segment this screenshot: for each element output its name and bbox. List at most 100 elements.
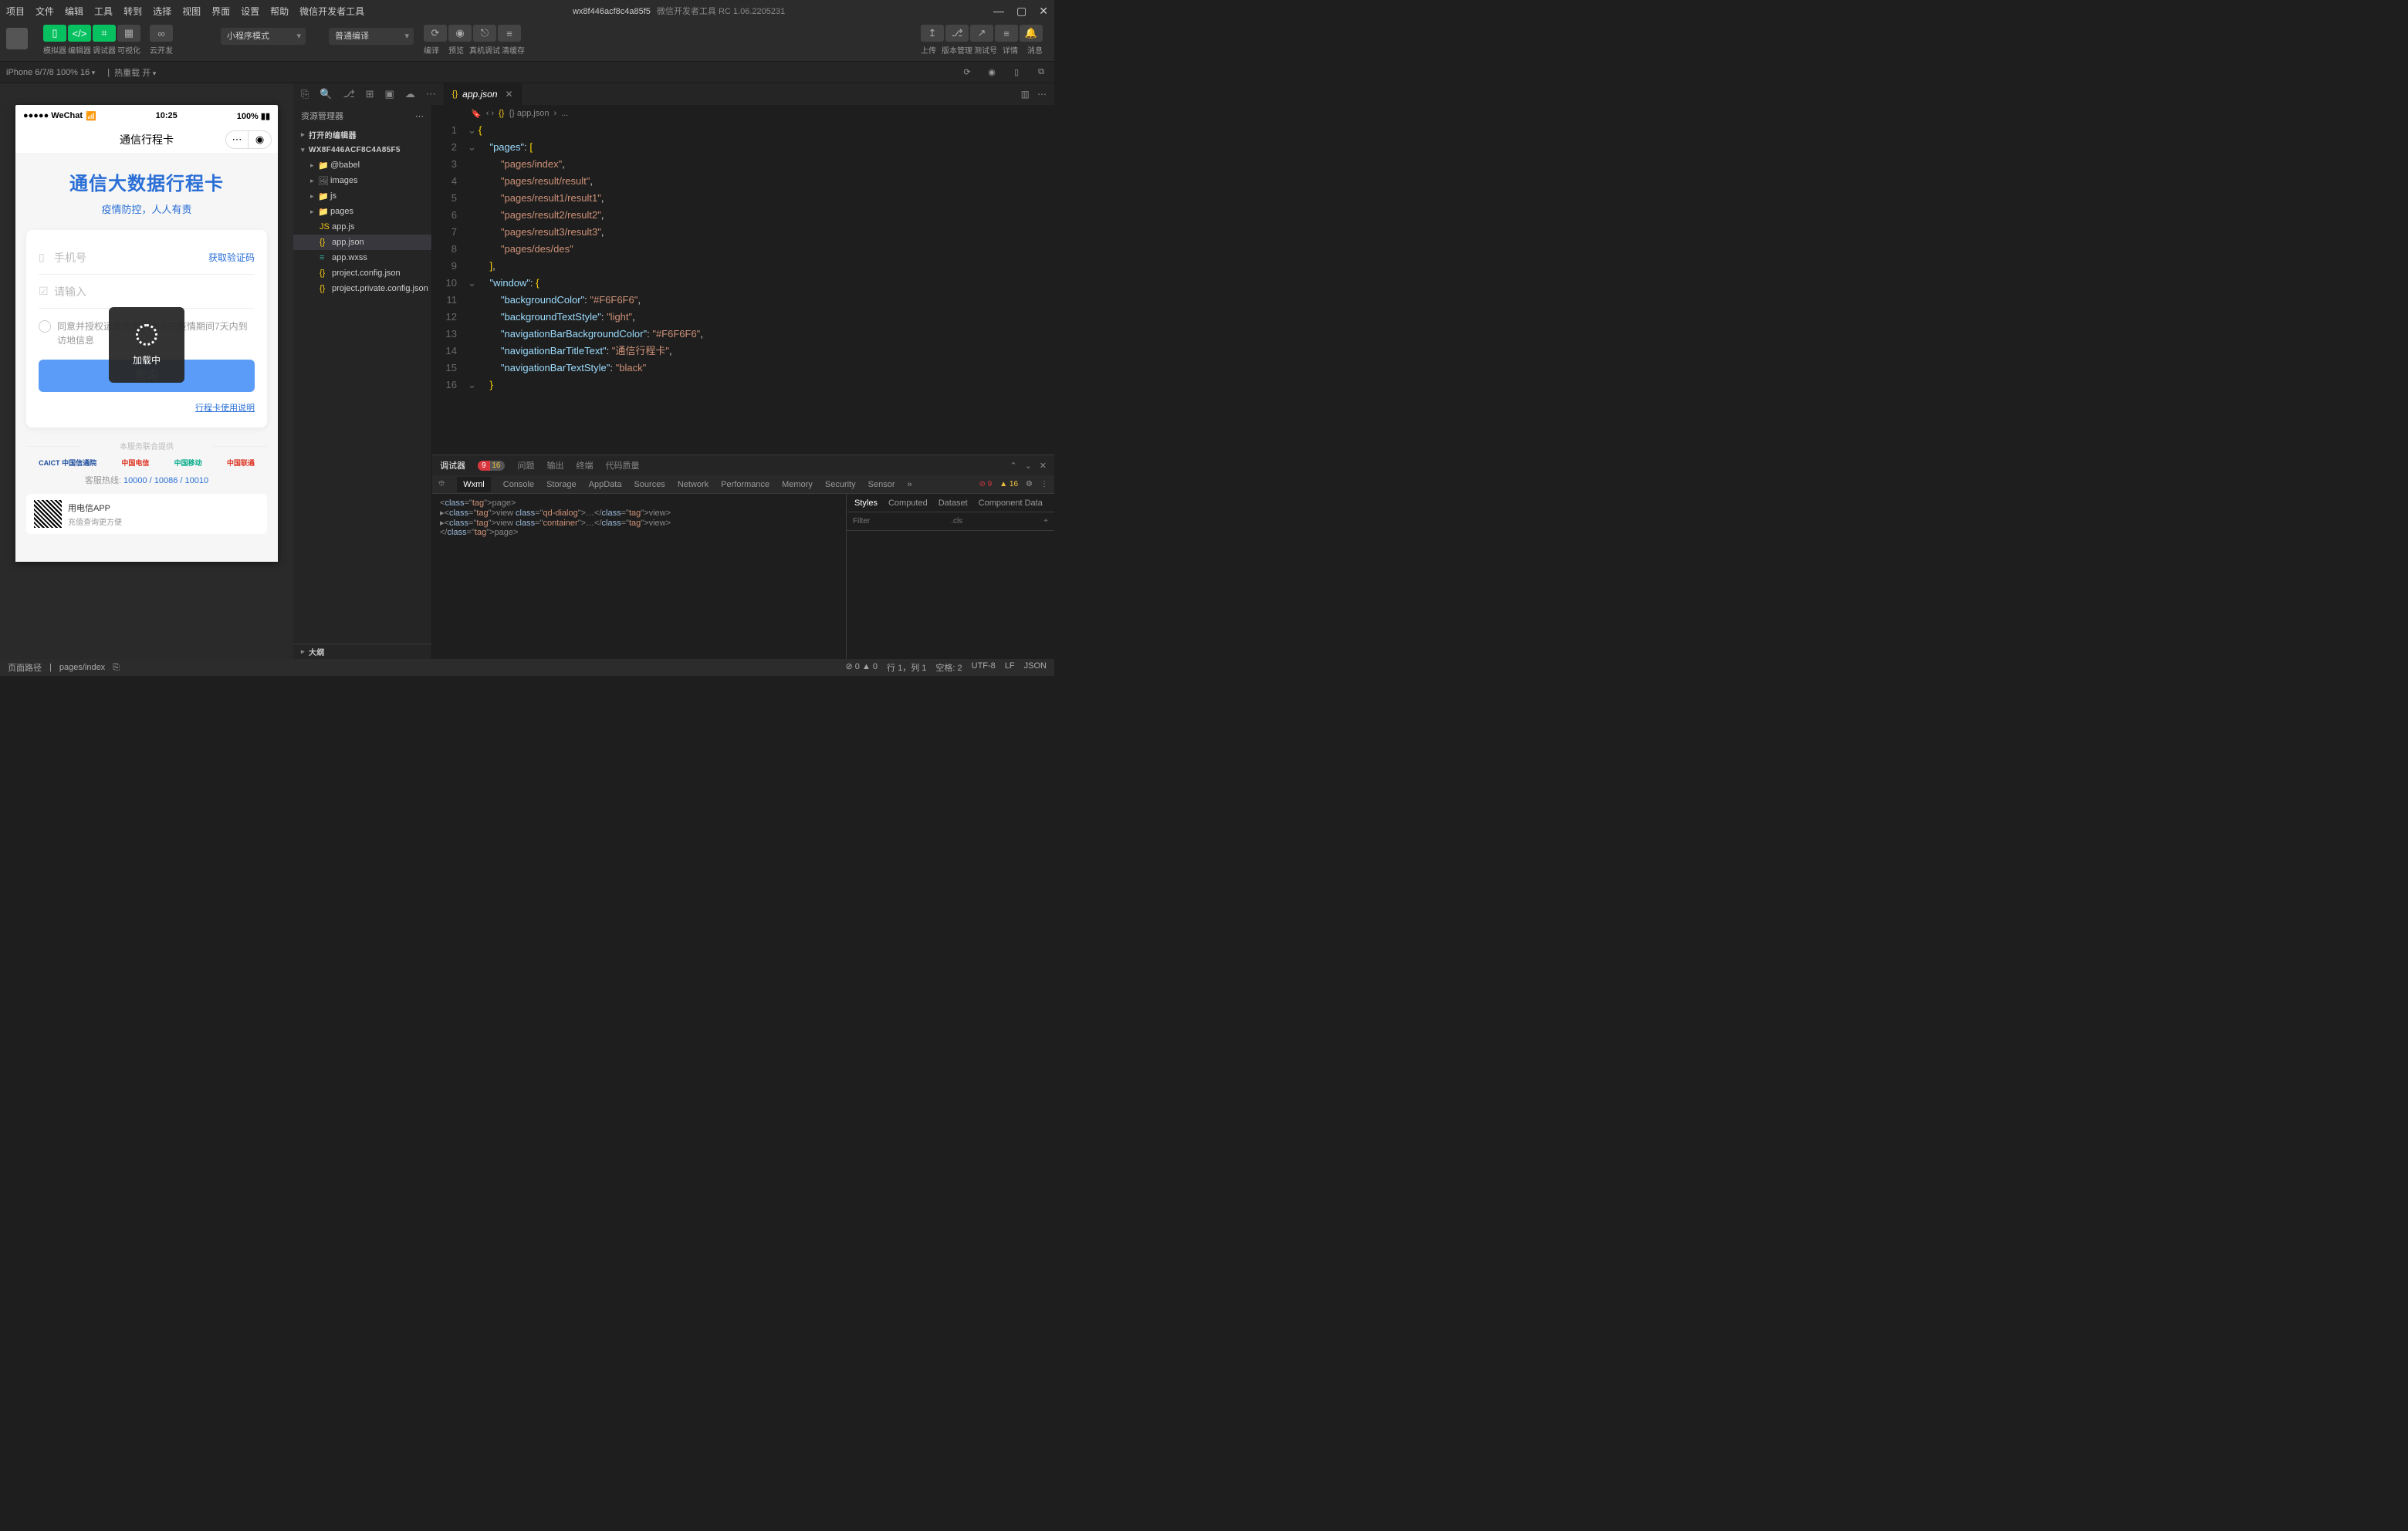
page-path-label[interactable]: 页面路径 xyxy=(8,661,42,674)
compile-select[interactable]: 普通编译 xyxy=(329,28,414,45)
version-button[interactable]: ⎇ xyxy=(945,25,969,42)
compdata-tab[interactable]: Component Data xyxy=(979,499,1043,508)
real-debug-button[interactable]: ⎋ xyxy=(473,25,496,42)
compile-button[interactable]: ⟳ xyxy=(424,25,447,42)
dt-close-icon[interactable]: ✕ xyxy=(1040,461,1047,471)
dt-tab-terminal[interactable]: 终端 xyxy=(576,459,593,471)
promo-card[interactable]: 用电信APP 充值查询更方便 xyxy=(26,494,267,534)
dt-sub-storage[interactable]: Storage xyxy=(546,480,577,489)
menu-edit[interactable]: 编辑 xyxy=(65,5,83,18)
testno-button[interactable]: ↗ xyxy=(970,25,993,42)
folder-js[interactable]: ▸📁js xyxy=(293,188,431,204)
menu-project[interactable]: 项目 xyxy=(6,5,25,18)
dt-tab-quality[interactable]: 代码质量 xyxy=(605,459,639,471)
maximize-icon[interactable]: ▢ xyxy=(1016,5,1026,18)
eol[interactable]: LF xyxy=(1005,661,1015,674)
get-code-button[interactable]: 获取验证码 xyxy=(208,251,255,264)
dt-inspect-icon[interactable]: ⯐ xyxy=(438,477,445,492)
dt-sub-wxml[interactable]: Wxml xyxy=(457,477,491,492)
ext4-icon[interactable]: ⋯ xyxy=(426,88,436,100)
record-icon[interactable]: ◉ xyxy=(985,66,999,79)
page-path[interactable]: pages/index xyxy=(59,663,105,672)
dt-sub-more-icon[interactable]: » xyxy=(907,480,911,489)
details-button[interactable]: ≡ xyxy=(995,25,1018,42)
file-app-js[interactable]: JSapp.js xyxy=(293,219,431,235)
dt-menu-icon[interactable]: ⋮ xyxy=(1040,480,1048,488)
menu-ui[interactable]: 界面 xyxy=(211,5,230,18)
dt-expand-icon[interactable]: ⌄ xyxy=(1025,461,1032,471)
avatar[interactable] xyxy=(6,28,28,49)
cls-toggle[interactable]: .cls xyxy=(951,517,962,526)
capsule-close-icon[interactable]: ◉ xyxy=(249,130,272,149)
popout-icon[interactable]: ⧉ xyxy=(1034,66,1048,79)
preview-button[interactable]: ◉ xyxy=(448,25,472,42)
explorer-icon[interactable]: ⎘ xyxy=(301,88,309,100)
editor-toggle[interactable]: </> xyxy=(68,25,91,42)
computed-tab[interactable]: Computed xyxy=(888,499,928,508)
clear-cache-button[interactable]: ≡ xyxy=(498,25,521,42)
folder-pages[interactable]: ▸📁pages xyxy=(293,204,431,219)
encoding[interactable]: UTF-8 xyxy=(972,661,996,674)
dt-tab-output[interactable]: 输出 xyxy=(546,459,563,471)
split-icon[interactable]: ▥ xyxy=(1021,89,1030,100)
menu-wxdevtools[interactable]: 微信开发者工具 xyxy=(299,5,364,18)
cloud-toggle[interactable]: ∞ xyxy=(150,25,173,42)
dt-sub-sources[interactable]: Sources xyxy=(634,480,665,489)
dt-sub-security[interactable]: Security xyxy=(825,480,856,489)
menu-view[interactable]: 视图 xyxy=(182,5,201,18)
ext1-icon[interactable]: ⊞ xyxy=(366,88,374,100)
add-style-icon[interactable]: + xyxy=(1043,517,1048,526)
dt-settings-icon[interactable]: ⚙ xyxy=(1026,480,1033,488)
breadcrumb[interactable]: 🔖‹ › {}{} app.json›... xyxy=(432,105,1054,122)
code-editor[interactable]: 12345678910111213141516 ⌄⌄⌄⌄ { "pages": … xyxy=(432,122,1054,455)
lang[interactable]: JSON xyxy=(1024,661,1047,674)
debugger-toggle[interactable]: ⌗ xyxy=(93,25,116,42)
hotreload-toggle[interactable]: 热重载 开 xyxy=(114,66,156,79)
sync-icon[interactable]: ⊘ 0 ▲ 0 xyxy=(846,661,878,674)
menu-goto[interactable]: 转到 xyxy=(123,5,142,18)
wxml-tree[interactable]: <class="tag">page>▸<class="tag">view cla… xyxy=(432,494,846,659)
tab-close-icon[interactable]: ✕ xyxy=(506,89,513,100)
menu-settings[interactable]: 设置 xyxy=(241,5,259,18)
dt-sub-appdata[interactable]: AppData xyxy=(589,480,622,489)
refresh-icon[interactable]: ⟳ xyxy=(960,66,974,79)
outline-section[interactable]: ▸大纲 xyxy=(293,644,431,659)
minimize-icon[interactable]: — xyxy=(993,5,1004,18)
menu-select[interactable]: 选择 xyxy=(153,5,171,18)
search-icon[interactable]: 🔍 xyxy=(320,88,332,100)
file-app-json[interactable]: {}app.json xyxy=(293,235,431,250)
filter-input[interactable]: Filter xyxy=(853,517,870,526)
cursor-pos[interactable]: 行 1，列 1 xyxy=(887,661,926,674)
dataset-tab[interactable]: Dataset xyxy=(939,499,968,508)
dt-sub-sensor[interactable]: Sensor xyxy=(868,480,895,489)
mode-select[interactable]: 小程序模式 xyxy=(221,28,306,45)
menu-help[interactable]: 帮助 xyxy=(270,5,289,18)
ext2-icon[interactable]: ▣ xyxy=(384,88,394,100)
indent[interactable]: 空格: 2 xyxy=(935,661,962,674)
close-icon[interactable]: ✕ xyxy=(1039,5,1048,18)
file-project-config-json[interactable]: {}project.config.json xyxy=(293,265,431,281)
phone-input[interactable]: ▯ 手机号 获取验证码 xyxy=(39,241,255,275)
project-root[interactable]: ▾WX8F446ACF8C4A85F5 xyxy=(293,142,431,157)
dt-tab-problems[interactable]: 问题 xyxy=(517,459,534,471)
ext3-icon[interactable]: ☁ xyxy=(405,88,415,100)
simulator-toggle[interactable]: ▯ xyxy=(43,25,66,42)
git-icon[interactable]: ⎇ xyxy=(343,88,355,100)
dt-collapse-icon[interactable]: ⌃ xyxy=(1010,461,1016,471)
dt-sub-network[interactable]: Network xyxy=(678,480,709,489)
dt-sub-console[interactable]: Console xyxy=(503,480,534,489)
upload-button[interactable]: ↥ xyxy=(921,25,944,42)
agree-checkbox[interactable] xyxy=(39,320,51,333)
menu-file[interactable]: 文件 xyxy=(36,5,54,18)
more-icon[interactable]: ⋯ xyxy=(1037,89,1047,100)
code-input[interactable]: ☑ 请输入 xyxy=(39,275,255,309)
file-app-wxss[interactable]: ≡app.wxss xyxy=(293,250,431,265)
dt-sub-performance[interactable]: Performance xyxy=(721,480,769,489)
file-project-private-config-json[interactable]: {}project.private.config.json xyxy=(293,281,431,296)
capsule-menu-icon[interactable]: ⋯ xyxy=(225,130,249,149)
explorer-more-icon[interactable]: ⋯ xyxy=(415,111,424,121)
folder-@babel[interactable]: ▸📁@babel xyxy=(293,157,431,173)
dt-tab-debugger[interactable]: 调试器 xyxy=(440,459,465,471)
device-icon[interactable]: ▯ xyxy=(1010,66,1023,79)
instructions-link[interactable]: 行程卡使用说明 xyxy=(195,404,255,413)
